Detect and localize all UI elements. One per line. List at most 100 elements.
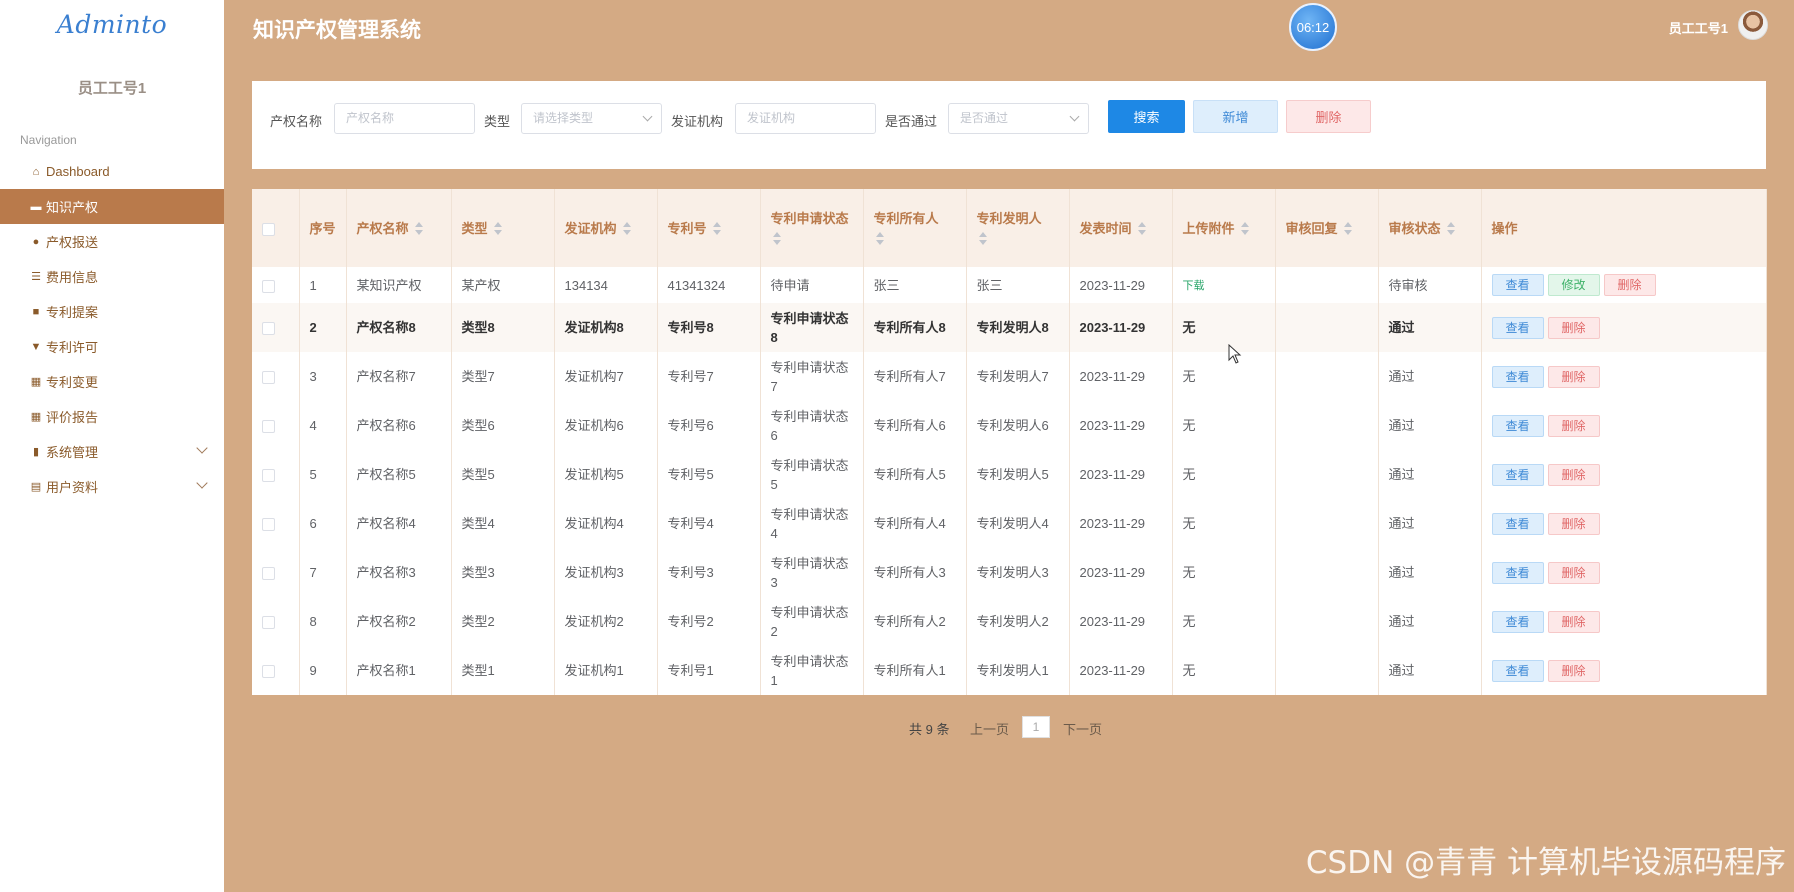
delete-button[interactable]: 删除 (1547, 414, 1600, 437)
prev-page-button[interactable]: 上一页 (970, 719, 1009, 738)
sort-icon[interactable] (1343, 222, 1352, 236)
sort-icon[interactable] (622, 222, 631, 236)
sidebar-item-system-management[interactable]: ▮ 系统管理 (0, 434, 224, 469)
sort-icon[interactable] (978, 231, 987, 246)
delete-button[interactable]: 删除 (1547, 463, 1600, 486)
user-icon: ● (32, 235, 40, 248)
view-button[interactable]: 查看 (1491, 274, 1544, 296)
delete-button[interactable]: 删除 (1603, 274, 1656, 296)
sort-icon[interactable] (875, 231, 884, 246)
sort-icon[interactable] (1137, 222, 1146, 236)
ip-name-label: 产权名称 (270, 114, 323, 129)
sidebar-item-label: 费用信息 (46, 270, 99, 285)
table-row[interactable]: 8 产权名称2 类型2 发证机构2 专利号2 专利申请状态2 专利所有人2 专利… (252, 597, 1767, 646)
page-title: 知识产权管理系统 (253, 19, 421, 42)
search-panel: 产权名称 产权名称 类型 请选择类型 发证机构 发证机构 是否通过 是否通过 搜… (252, 81, 1766, 169)
col-header-name[interactable]: 产权名称 (346, 189, 452, 267)
sidebar-item-dashboard[interactable]: ⌂ Dashboard (0, 154, 224, 189)
sort-icon[interactable] (1240, 222, 1249, 236)
edit-button[interactable]: 修改 (1547, 274, 1600, 296)
sidebar-item-fees[interactable]: ☰ 费用信息 (0, 259, 224, 294)
sidebar-item-patent-license[interactable]: ▼ 专利许可 (0, 329, 224, 364)
page-number-button[interactable]: 1 (1022, 716, 1050, 738)
search-button[interactable]: 搜索 (1108, 100, 1185, 133)
view-button[interactable]: 查看 (1491, 463, 1544, 486)
row-checkbox[interactable] (262, 322, 275, 336)
view-button[interactable]: 查看 (1491, 414, 1544, 437)
sort-icon[interactable] (712, 222, 721, 236)
row-checkbox[interactable] (262, 469, 275, 483)
sidebar-item-ip-submission[interactable]: ● 产权报送 (0, 224, 224, 259)
table-header-row: 序号 产权名称 类型 发证机构 专利号 专利申请状态 专利所有人 专利发明人 发… (252, 189, 1767, 267)
row-checkbox[interactable] (262, 371, 275, 385)
add-button[interactable]: 新增 (1193, 100, 1278, 133)
view-button[interactable]: 查看 (1491, 659, 1544, 682)
sort-icon[interactable] (1446, 222, 1455, 236)
clock-time: 06:12 (1296, 19, 1330, 35)
table-row[interactable]: 7 产权名称3 类型3 发证机构3 专利号3 专利申请状态3 专利所有人3 专利… (252, 548, 1767, 597)
view-button[interactable]: 查看 (1491, 316, 1544, 339)
sidebar-item-ip[interactable]: ▬ 知识产权 (0, 189, 224, 224)
sidebar-item-label: 知识产权 (46, 200, 99, 215)
sidebar-item-patent-change[interactable]: ▦ 专利变更 (0, 364, 224, 399)
select-all-checkbox[interactable] (262, 222, 275, 236)
col-header-date[interactable]: 发表时间 (1069, 189, 1173, 267)
ip-name-input[interactable]: 产权名称 (334, 103, 475, 134)
avatar[interactable] (1738, 10, 1768, 40)
download-link[interactable]: 下载 (1183, 280, 1205, 292)
row-checkbox[interactable] (262, 420, 275, 434)
nav-section-title: Navigation (20, 133, 77, 147)
sort-icon[interactable] (493, 222, 502, 236)
col-header-status[interactable]: 专利申请状态 (760, 189, 864, 267)
org-input[interactable]: 发证机构 (735, 103, 876, 134)
pass-select[interactable]: 是否通过 (948, 103, 1089, 134)
table-row[interactable]: 3 产权名称7 类型7 发证机构7 专利号7 专利申请状态7 专利所有人7 专利… (252, 352, 1767, 401)
table-row[interactable]: 6 产权名称4 类型4 发证机构4 专利号4 专利申请状态4 专利所有人4 专利… (252, 499, 1767, 548)
table-row[interactable]: 1 某知识产权 某产权 134134 41341324 待申请 张三 张三 20… (252, 267, 1767, 303)
delete-button[interactable]: 删除 (1547, 512, 1600, 535)
col-header-review-status[interactable]: 审核状态 (1378, 189, 1482, 267)
delete-button[interactable]: 删除 (1547, 365, 1600, 388)
col-header-reply[interactable]: 审核回复 (1275, 189, 1379, 267)
sidebar: Adminto 员工工号1 Navigation ⌂ Dashboard ▬ 知识产… (0, 0, 224, 892)
sidebar-item-patent-proposal[interactable]: ■ 专利提案 (0, 294, 224, 329)
delete-button[interactable]: 删除 (1547, 610, 1600, 633)
delete-button[interactable]: 删除 (1547, 659, 1600, 682)
type-select[interactable]: 请选择类型 (521, 103, 662, 134)
chevron-down-icon (196, 477, 208, 489)
row-checkbox[interactable] (262, 518, 275, 532)
header-username[interactable]: 员工工号1 (1669, 18, 1728, 37)
col-header-attachment[interactable]: 上传附件 (1172, 189, 1276, 267)
sidebar-item-evaluation-report[interactable]: ▦ 评价报告 (0, 399, 224, 434)
sidebar-item-user-profile[interactable]: ▤ 用户资料 (0, 469, 224, 504)
row-checkbox[interactable] (262, 567, 275, 581)
delete-button[interactable]: 删除 (1547, 561, 1600, 584)
col-header-org[interactable]: 发证机构 (554, 189, 658, 267)
batch-delete-button[interactable]: 删除 (1286, 100, 1371, 133)
table-row[interactable]: 4 产权名称6 类型6 发证机构6 专利号6 专利申请状态6 专利所有人6 专利… (252, 401, 1767, 450)
sort-icon[interactable] (414, 222, 423, 236)
row-checkbox[interactable] (262, 616, 275, 630)
view-button[interactable]: 查看 (1491, 610, 1544, 633)
col-header-owner[interactable]: 专利所有人 (863, 189, 967, 267)
col-header-inventor[interactable]: 专利发明人 (966, 189, 1070, 267)
view-button[interactable]: 查看 (1491, 365, 1544, 388)
app-logo[interactable]: Adminto (0, 10, 224, 39)
row-checkbox[interactable] (262, 279, 275, 293)
mouse-cursor-icon (1228, 344, 1242, 364)
view-button[interactable]: 查看 (1491, 512, 1544, 535)
row-checkbox[interactable] (262, 665, 275, 679)
col-header-patent-no[interactable]: 专利号 (657, 189, 761, 267)
sort-icon[interactable] (772, 231, 781, 246)
delete-button[interactable]: 删除 (1547, 316, 1600, 339)
pass-label: 是否通过 (885, 114, 938, 129)
table-row[interactable]: 5 产权名称5 类型5 发证机构5 专利号5 专利申请状态5 专利所有人5 专利… (252, 450, 1767, 499)
next-page-button[interactable]: 下一页 (1063, 719, 1102, 738)
col-header-actions: 操作 (1481, 189, 1767, 267)
view-button[interactable]: 查看 (1491, 561, 1544, 584)
watermark: CSDN @青青 计算机毕设源码程序 (1305, 845, 1786, 881)
table-row[interactable]: 2 产权名称8 类型8 发证机构8 专利号8 专利申请状态8 专利所有人8 专利… (252, 303, 1767, 352)
col-header-type[interactable]: 类型 (451, 189, 555, 267)
sidebar-item-label: 系统管理 (46, 445, 99, 460)
table-row[interactable]: 9 产权名称1 类型1 发证机构1 专利号1 专利申请状态1 专利所有人1 专利… (252, 646, 1767, 695)
